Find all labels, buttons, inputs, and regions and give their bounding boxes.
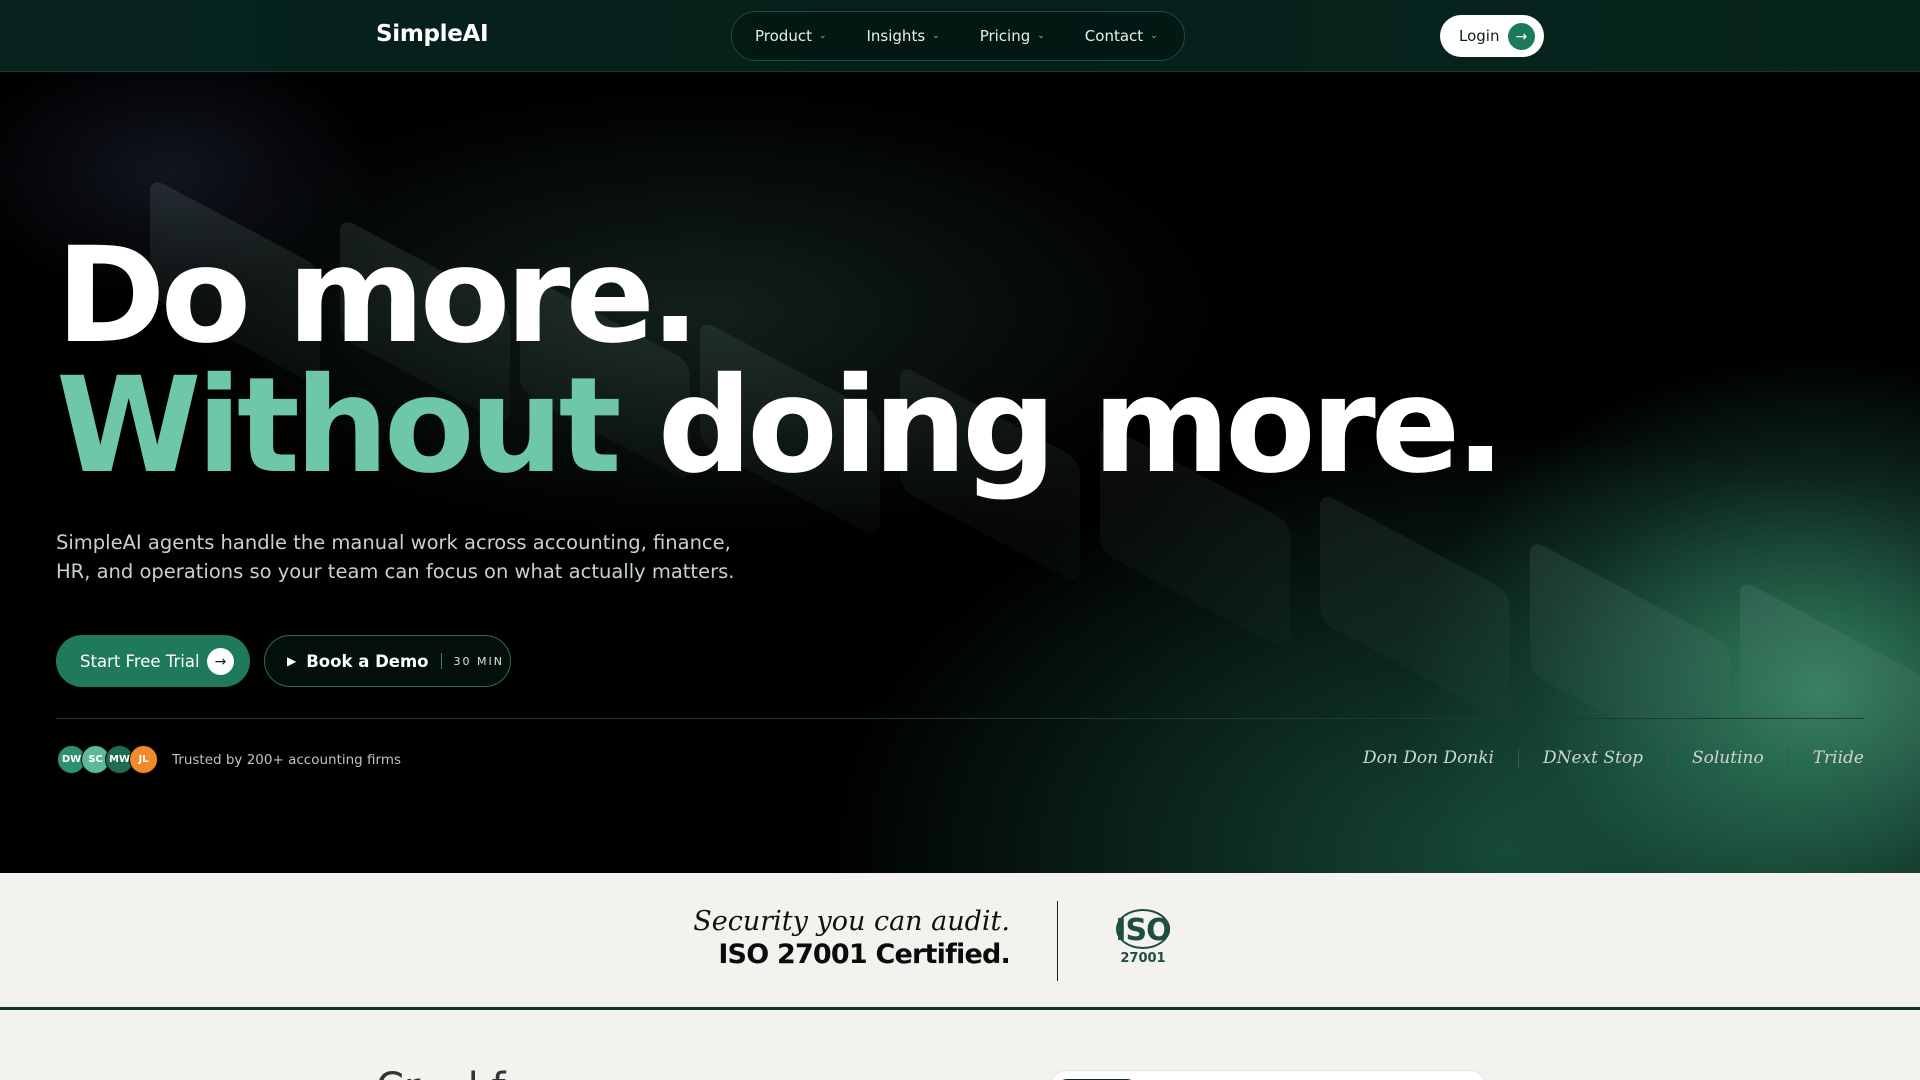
client-logo: Don Don Donki: [1363, 748, 1494, 768]
hero-headline-line1: Do more.: [56, 219, 700, 373]
client-logo: DNext Stop: [1518, 748, 1667, 768]
avatar: JL: [129, 745, 158, 774]
chevron-down-icon: ⌄: [932, 31, 940, 41]
iso-badge-icon: ISO 27001: [1112, 909, 1174, 973]
iso-badge-text: ISO: [1115, 913, 1171, 948]
menu-pricing-label: Pricing: [979, 27, 1031, 45]
divider: [440, 653, 442, 669]
preview-card: [1050, 1070, 1486, 1080]
top-navigation: SimpleAI Product ⌄ Insights ⌄ Pricing ⌄ …: [0, 0, 1920, 72]
client-logo: Solutino: [1666, 748, 1788, 768]
key-shape: [1740, 578, 1920, 826]
menu-product-label: Product: [755, 27, 812, 45]
security-band: Security you can audit. ISO 27001 Certif…: [0, 873, 1920, 1010]
chevron-down-icon: ⌄: [1037, 31, 1045, 41]
security-certification: ISO 27001 Certified.: [718, 939, 1010, 970]
demo-duration: 30 MIN: [453, 654, 504, 668]
client-logo: Triide: [1787, 748, 1864, 768]
menu-pricing[interactable]: Pricing ⌄: [980, 27, 1045, 45]
next-section-peek: Cr... l f...: [0, 1010, 1920, 1080]
hero-headline-rest: doing more.: [657, 349, 1506, 503]
client-logos: Don Don Donki DNext Stop Solutino Triide: [1363, 748, 1864, 768]
avatar-stack: DW SC MW JL: [57, 745, 158, 774]
hero-section: Do more. Without doing more. SimpleAI ag…: [0, 72, 1920, 873]
arrow-right-icon: →: [207, 648, 234, 675]
main-menu: Product ⌄ Insights ⌄ Pricing ⌄ Contact ⌄: [731, 11, 1185, 61]
chevron-down-icon: ⌄: [1150, 31, 1158, 41]
menu-contact-label: Contact: [1084, 27, 1144, 45]
login-label: Login: [1459, 27, 1500, 45]
book-demo-label: Book a Demo: [306, 651, 429, 671]
menu-contact[interactable]: Contact ⌄: [1085, 27, 1158, 45]
book-demo-button[interactable]: ▶ Book a Demo 30 MIN: [264, 635, 511, 687]
brand-logo[interactable]: SimpleAI: [376, 21, 489, 47]
menu-insights[interactable]: Insights ⌄: [867, 27, 940, 45]
login-button[interactable]: Login →: [1440, 15, 1544, 57]
iso-badge-number: 27001: [1120, 951, 1166, 966]
hero-divider: [56, 718, 1864, 719]
hero-headline-line2: Without doing more.: [56, 360, 1505, 492]
menu-product[interactable]: Product ⌄: [755, 27, 827, 45]
start-free-trial-button[interactable]: Start Free Trial →: [56, 635, 250, 687]
key-shape: [1320, 491, 1510, 723]
play-icon: ▶: [287, 654, 297, 668]
arrow-right-icon: →: [1508, 23, 1535, 50]
trusted-by-text: Trusted by 200+ accounting firms: [172, 752, 402, 768]
hero-headline-accent: Without: [56, 349, 622, 503]
menu-insights-label: Insights: [866, 27, 926, 45]
chevron-down-icon: ⌄: [818, 31, 827, 41]
security-tagline: Security you can audit.: [693, 906, 1010, 937]
vertical-divider: [1057, 901, 1058, 981]
start-free-trial-label: Start Free Trial: [80, 651, 200, 671]
hero-subtitle: SimpleAI agents handle the manual work a…: [56, 531, 735, 583]
next-section-title: Cr... l f...: [376, 1065, 541, 1080]
key-shape: [1530, 538, 1730, 781]
